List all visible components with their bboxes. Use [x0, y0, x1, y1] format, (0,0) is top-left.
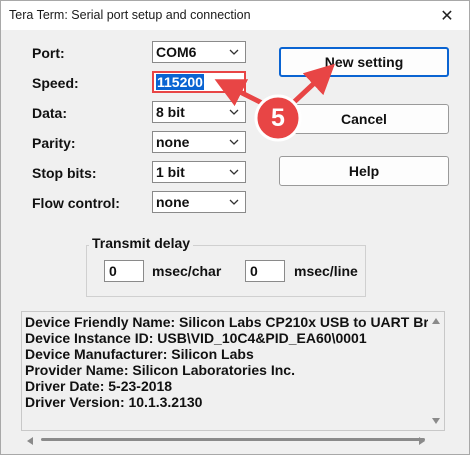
flow-control-select[interactable]: none	[152, 191, 246, 213]
chevron-down-icon	[229, 109, 239, 115]
data-select[interactable]: 8 bit	[152, 101, 246, 123]
vertical-scrollbar[interactable]	[428, 312, 444, 430]
title-bar: Tera Term: Serial port setup and connect…	[1, 1, 469, 30]
parity-label: Parity:	[32, 135, 76, 151]
help-button[interactable]: Help	[279, 156, 449, 186]
scroll-left-icon[interactable]	[27, 437, 33, 445]
device-info-line: Provider Name: Silicon Laboratories Inc.	[25, 362, 295, 378]
close-icon[interactable]: ✕	[425, 1, 469, 30]
scroll-up-icon[interactable]	[432, 318, 440, 324]
device-info-line: Driver Version: 10.1.3.2130	[25, 394, 203, 410]
transmit-delay-title: Transmit delay	[89, 235, 194, 251]
parity-select[interactable]: none	[152, 131, 246, 153]
data-label: Data:	[32, 105, 68, 121]
stop-bits-select[interactable]: 1 bit	[152, 161, 246, 183]
flow-control-label: Flow control:	[32, 195, 120, 211]
new-setting-button[interactable]: New setting	[279, 47, 449, 77]
horizontal-scrollbar[interactable]	[21, 433, 445, 449]
step-number: 5	[271, 103, 285, 132]
port-value: COM6	[156, 44, 197, 60]
device-info-line: Device Manufacturer: Silicon Labs	[25, 346, 254, 362]
chevron-down-icon	[229, 169, 239, 175]
window-title: Tera Term: Serial port setup and connect…	[9, 8, 251, 22]
msec-char-unit: msec/char	[152, 263, 222, 279]
chevron-down-icon	[229, 49, 239, 55]
chevron-down-icon	[228, 80, 238, 86]
port-select[interactable]: COM6	[152, 41, 246, 63]
device-info-line: Device Friendly Name: Silicon Labs CP210…	[25, 314, 445, 330]
stop-bits-value: 1 bit	[156, 164, 185, 180]
msec-line-value: 0	[250, 263, 258, 279]
device-info-line: Device Instance ID: USB\VID_10C4&PID_EA6…	[25, 330, 367, 346]
speed-value: 115200	[156, 74, 204, 90]
parity-value: none	[156, 134, 190, 150]
msec-char-value: 0	[109, 263, 117, 279]
serial-setup-dialog: Tera Term: Serial port setup and connect…	[0, 0, 470, 455]
device-info-line: Driver Date: 5-23-2018	[25, 378, 173, 394]
speed-label: Speed:	[32, 75, 79, 91]
scroll-thumb[interactable]	[41, 438, 425, 441]
chevron-down-icon	[229, 139, 239, 145]
scroll-right-icon[interactable]	[419, 437, 425, 445]
scroll-down-icon[interactable]	[432, 418, 440, 424]
device-info-box[interactable]: Device Friendly Name: Silicon Labs CP210…	[21, 311, 445, 431]
speed-select[interactable]: 115200	[152, 71, 246, 93]
flow-control-value: none	[156, 194, 190, 210]
msec-char-input[interactable]: 0	[104, 260, 144, 282]
chevron-down-icon	[229, 199, 239, 205]
cancel-button[interactable]: Cancel	[279, 104, 449, 134]
stop-bits-label: Stop bits:	[32, 165, 97, 181]
msec-line-input[interactable]: 0	[245, 260, 285, 282]
port-label: Port:	[32, 45, 65, 61]
data-value: 8 bit	[156, 104, 185, 120]
msec-line-unit: msec/line	[294, 263, 358, 279]
